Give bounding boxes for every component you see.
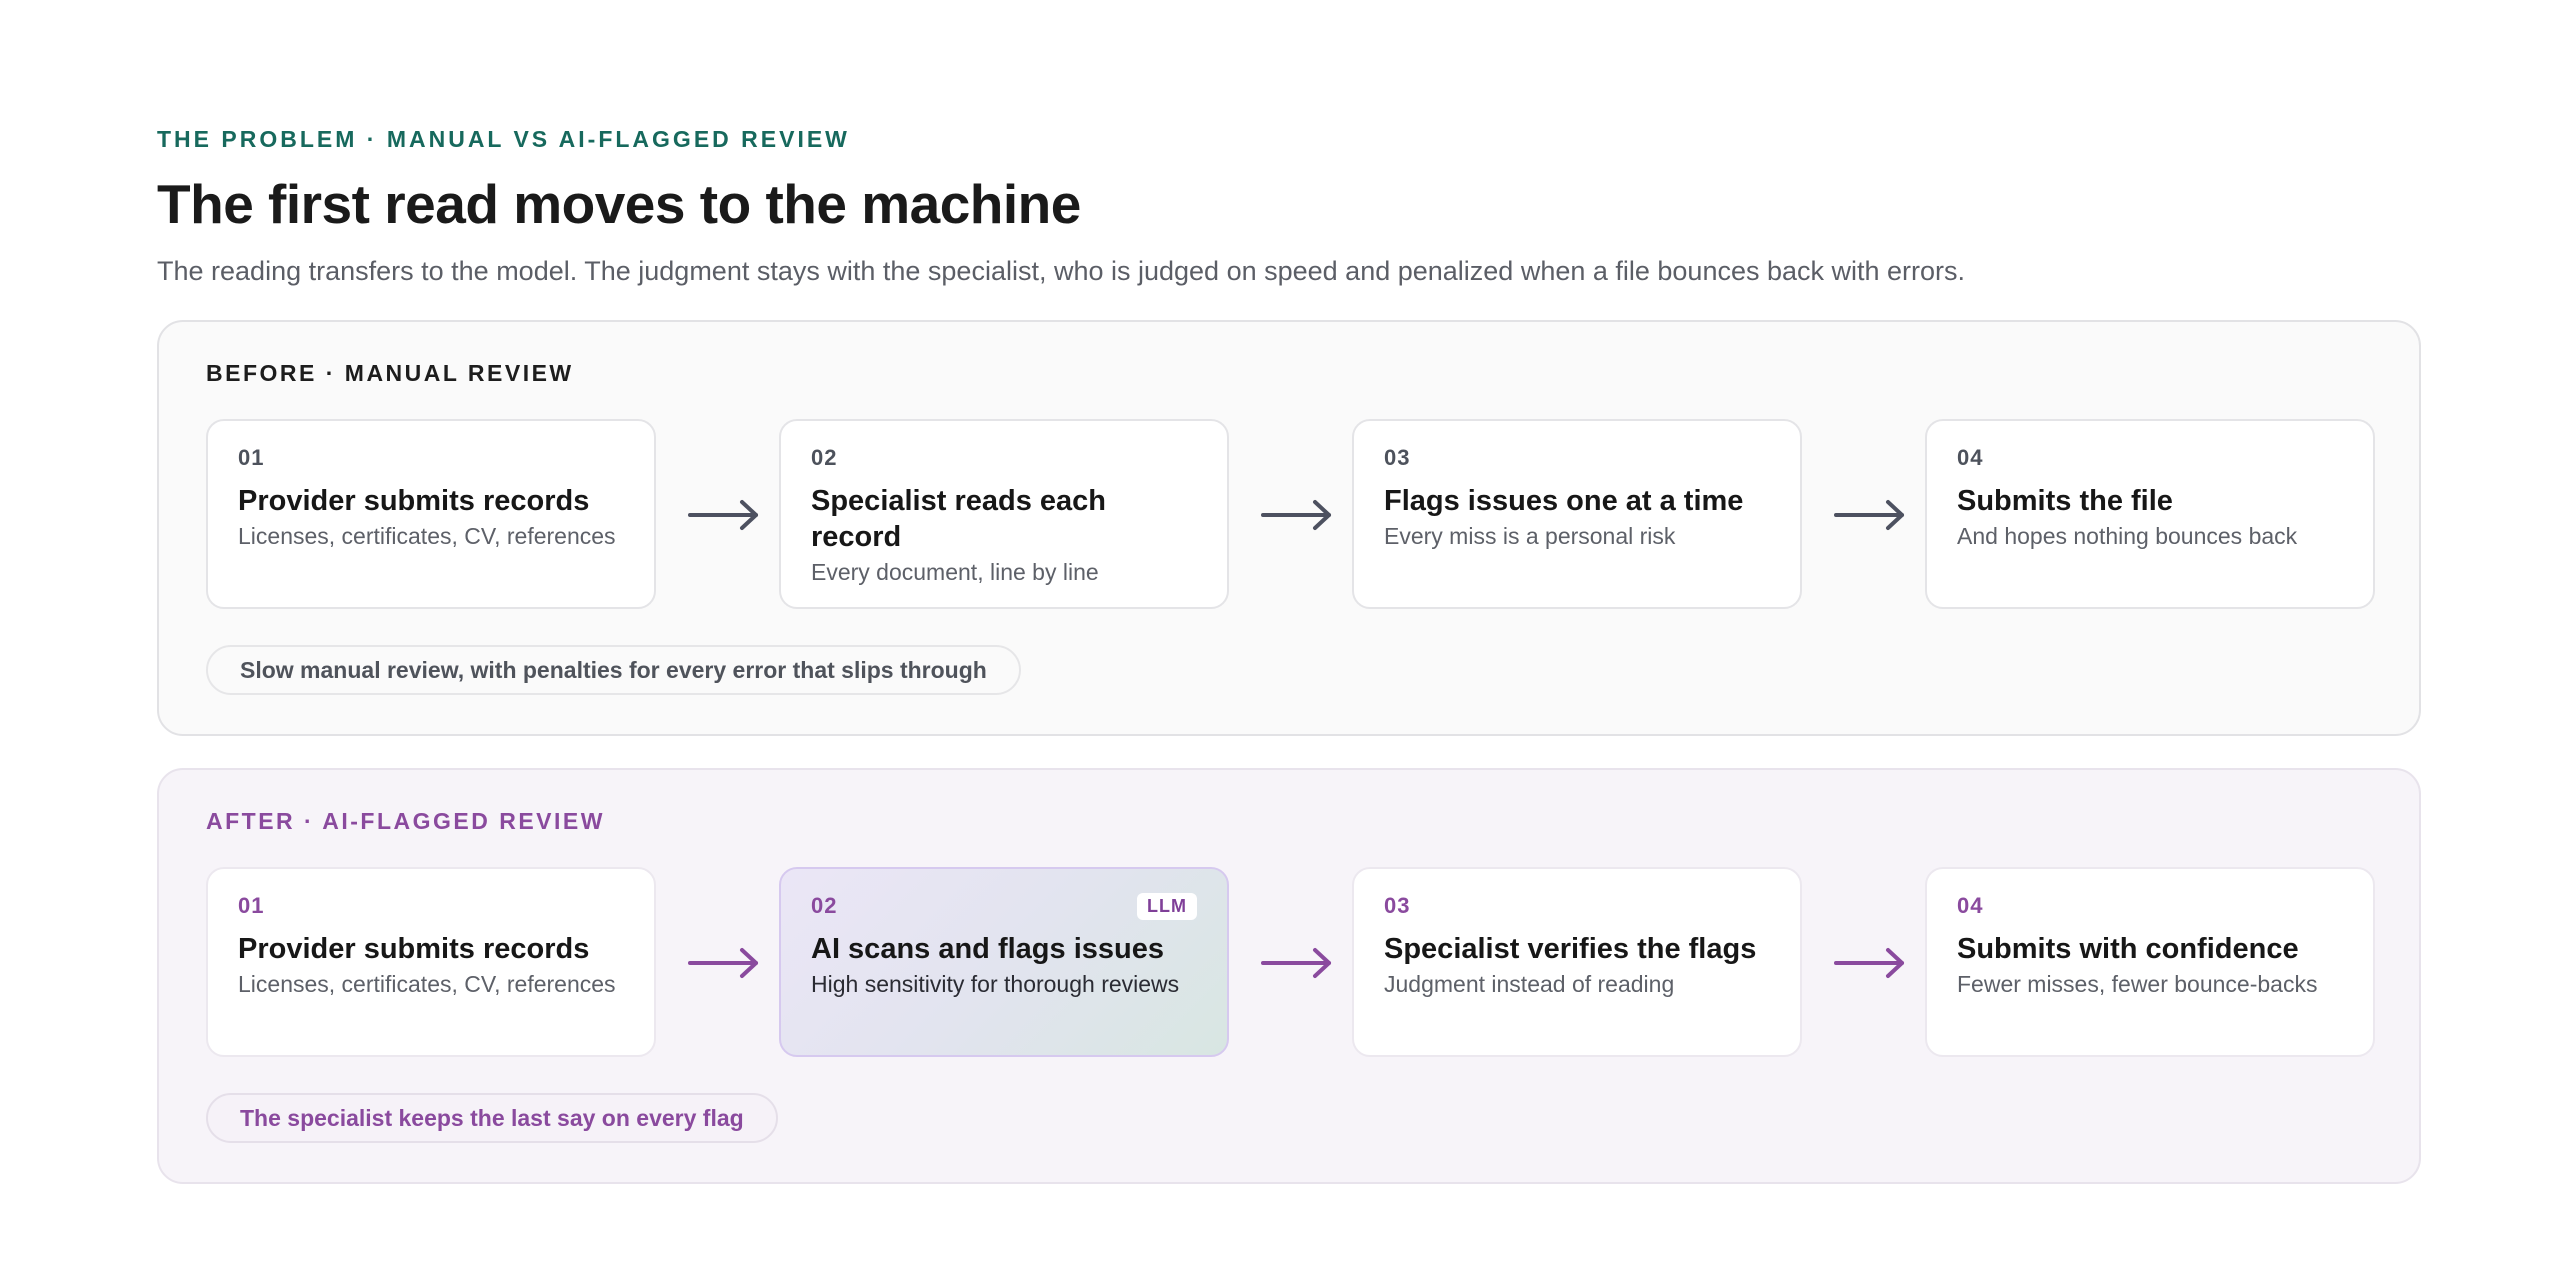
eyebrow: THE PROBLEM · MANUAL VS AI-FLAGGED REVIE… <box>157 126 850 152</box>
step-number: 04 <box>1957 893 1984 918</box>
step-title: Submits the file <box>1957 485 2173 517</box>
page-title: The first read moves to the machine <box>157 173 1081 235</box>
before-step-1: 01 Provider submits records Licenses, ce… <box>206 419 656 609</box>
before-panel: BEFORE · MANUAL REVIEW 01 Provider submi… <box>157 320 2421 736</box>
step-title: Provider submits records <box>238 933 590 965</box>
step-number: 04 <box>1957 445 1984 470</box>
step-number: 03 <box>1384 893 1411 918</box>
after-panel-label: AFTER · AI-FLAGGED REVIEW <box>206 808 605 834</box>
arrow-right-icon <box>1834 948 1904 978</box>
page-subtitle: The reading transfers to the model. The … <box>157 256 1966 286</box>
before-step-2: 02 Specialist reads each record Every do… <box>779 419 1229 609</box>
before-step-3: 03 Flags issues one at a time Every miss… <box>1352 419 1802 609</box>
step-title: Submits with confidence <box>1957 933 2299 965</box>
step-title: Provider submits records <box>238 485 590 517</box>
step-title: AI scans and flags issues <box>811 933 1164 965</box>
after-step-1: 01 Provider submits records Licenses, ce… <box>206 867 656 1057</box>
arrow-right-icon <box>688 948 758 978</box>
after-step-2-ai: LLM 02 AI scans and flags issues High se… <box>779 867 1229 1057</box>
step-number: 03 <box>1384 445 1411 470</box>
step-title: Specialist reads each record <box>811 485 1106 553</box>
step-title: Flags issues one at a time <box>1384 485 1744 517</box>
step-description: Fewer misses, fewer bounce-backs <box>1957 971 2318 997</box>
step-description: And hopes nothing bounces back <box>1957 523 2298 549</box>
before-panel-label: BEFORE · MANUAL REVIEW <box>206 360 574 386</box>
arrow-right-icon <box>1261 948 1331 978</box>
step-title: Specialist verifies the flags <box>1384 933 1757 965</box>
step-description: Licenses, certificates, CV, references <box>238 971 616 997</box>
step-description: Every miss is a personal risk <box>1384 523 1676 549</box>
after-step-3: 03 Specialist verifies the flags Judgmen… <box>1352 867 1802 1057</box>
after-panel: AFTER · AI-FLAGGED REVIEW 01 Provider su… <box>157 768 2421 1184</box>
step-number: 01 <box>238 445 265 470</box>
before-note-pill: Slow manual review, with penalties for e… <box>206 645 1021 695</box>
arrow-right-icon <box>1261 500 1331 530</box>
step-number: 02 <box>811 445 838 470</box>
step-description: Every document, line by line <box>811 559 1099 585</box>
step-description: Licenses, certificates, CV, references <box>238 523 616 549</box>
llm-badge: LLM <box>1137 893 1197 920</box>
step-description: Judgment instead of reading <box>1384 971 1675 997</box>
step-number: 01 <box>238 893 265 918</box>
after-step-4: 04 Submits with confidence Fewer misses,… <box>1925 867 2375 1057</box>
step-description: High sensitivity for thorough reviews <box>811 971 1180 997</box>
arrow-right-icon <box>688 500 758 530</box>
arrow-right-icon <box>1834 500 1904 530</box>
before-step-4: 04 Submits the file And hopes nothing bo… <box>1925 419 2375 609</box>
after-note-pill: The specialist keeps the last say on eve… <box>206 1093 778 1143</box>
